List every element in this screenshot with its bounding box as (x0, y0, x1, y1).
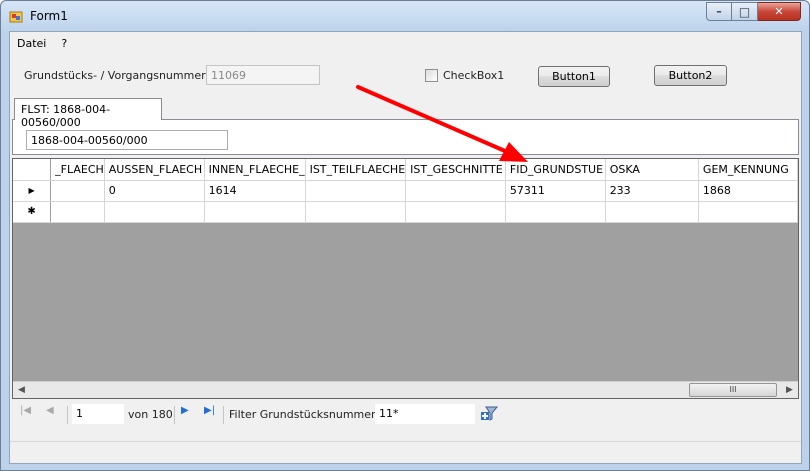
menu-item-help[interactable]: ? (54, 37, 75, 50)
count-label: von 180 (128, 408, 173, 421)
flst-field[interactable]: 1868-004-00560/000 (26, 130, 228, 150)
scroll-right-icon[interactable]: ▶ (781, 382, 798, 398)
grid-cell[interactable] (50, 180, 105, 202)
grid-cell[interactable] (405, 201, 506, 223)
row-new-marker-icon[interactable]: ✱ (13, 201, 52, 223)
grid-cell[interactable] (204, 201, 306, 223)
move-first-icon[interactable]: |◀ (20, 405, 31, 416)
app-icon (9, 11, 23, 23)
status-bar (10, 441, 801, 463)
maximize-icon: □ (738, 4, 751, 19)
grid-cell[interactable] (50, 201, 105, 223)
filter-label: Filter Grundstücksnummer: (229, 408, 380, 421)
navigator-separator (223, 406, 224, 424)
column-header-ist-geschnitte[interactable]: IST_GESCHNITTE (405, 159, 506, 181)
number-input[interactable]: 11069 (206, 65, 320, 85)
move-next-icon[interactable]: ▶ (181, 405, 189, 416)
title-bar[interactable]: Form1 – □ ✕ (1, 1, 809, 31)
menu-item-datei[interactable]: Datei (10, 37, 54, 50)
minimize-icon: – (716, 5, 722, 18)
grid-cell[interactable] (605, 201, 699, 223)
table-row[interactable]: ▶ 0 1614 57311 233 1868 (13, 180, 798, 202)
form-client-area: Datei ? Grundstücks- / Vorgangsnummer: 1… (9, 31, 802, 464)
checkbox1-label: CheckBox1 (443, 69, 505, 82)
checkbox1[interactable] (425, 69, 438, 82)
window-controls: – □ ✕ (706, 2, 801, 21)
apply-filter-icon[interactable] (480, 405, 498, 423)
grid-cell[interactable]: 233 (605, 180, 699, 202)
menu-bar: Datei ? (10, 32, 801, 54)
horizontal-scrollbar[interactable]: ◀ III ▶ (13, 381, 798, 398)
grid-cell[interactable] (698, 201, 798, 223)
position-input[interactable]: 1 (72, 404, 124, 424)
column-header-oska[interactable]: OSKA (605, 159, 699, 181)
grid-header-row: _FLAECH AUSSEN_FLAECH INNEN_FLAECHE_ IST… (13, 159, 798, 181)
navigator-separator (67, 406, 68, 424)
grid-cell[interactable] (505, 201, 606, 223)
tab-page: 1868-004-00560/000 (12, 119, 799, 155)
navigator-separator (174, 406, 175, 424)
minimize-button[interactable]: – (706, 2, 732, 21)
scroll-left-icon[interactable]: ◀ (13, 382, 30, 398)
row-current-marker-icon[interactable]: ▶ (13, 180, 52, 202)
move-previous-icon[interactable]: ◀ (46, 405, 54, 416)
scroll-thumb[interactable]: III (689, 383, 777, 397)
button1[interactable]: Button1 (538, 66, 610, 87)
application-window: Form1 – □ ✕ Datei ? Grundstücks- / Vorga… (0, 0, 810, 471)
button2[interactable]: Button2 (654, 65, 727, 86)
grid-cell[interactable]: 0 (104, 180, 205, 202)
grid-cell[interactable] (104, 201, 205, 223)
grid-cell[interactable] (405, 180, 506, 202)
tab-flst[interactable]: FLST: 1868-004-00560/000 (14, 98, 162, 129)
binding-navigator: |◀ ◀ 1 von 180 ▶ ▶| Filter Grundstücksnu… (14, 402, 799, 426)
number-label: Grundstücks- / Vorgangsnummer: (24, 69, 210, 82)
grid-table: _FLAECH AUSSEN_FLAECH INNEN_FLAECHE_ IST… (13, 159, 798, 223)
move-last-icon[interactable]: ▶| (204, 405, 215, 416)
column-header-ist-teilflaeche[interactable]: IST_TEILFLAECHE (305, 159, 407, 181)
column-header-flaech[interactable]: _FLAECH (50, 159, 105, 181)
close-icon: ✕ (774, 5, 784, 18)
maximize-button[interactable]: □ (732, 2, 758, 21)
column-header-gem-kennung[interactable]: GEM_KENNUNG (698, 159, 798, 181)
table-row-new[interactable]: ✱ (13, 201, 798, 223)
window-title: Form1 (30, 9, 68, 23)
column-header-aussen-flaech[interactable]: AUSSEN_FLAECH (104, 159, 205, 181)
column-header-innen-flaeche[interactable]: INNEN_FLAECHE_ (204, 159, 306, 181)
filter-input[interactable]: 11* (375, 404, 475, 424)
column-header-fid-grundstue[interactable]: FID_GRUNDSTUE (505, 159, 606, 181)
data-grid[interactable]: _FLAECH AUSSEN_FLAECH INNEN_FLAECHE_ IST… (12, 158, 799, 399)
grid-cell[interactable]: 1868 (698, 180, 798, 202)
close-button[interactable]: ✕ (758, 2, 801, 21)
grid-cell[interactable] (305, 180, 407, 202)
grid-cell[interactable]: 57311 (505, 180, 606, 202)
grid-cell[interactable] (305, 201, 407, 223)
grid-corner-cell[interactable] (13, 159, 52, 181)
grid-cell[interactable]: 1614 (204, 180, 306, 202)
